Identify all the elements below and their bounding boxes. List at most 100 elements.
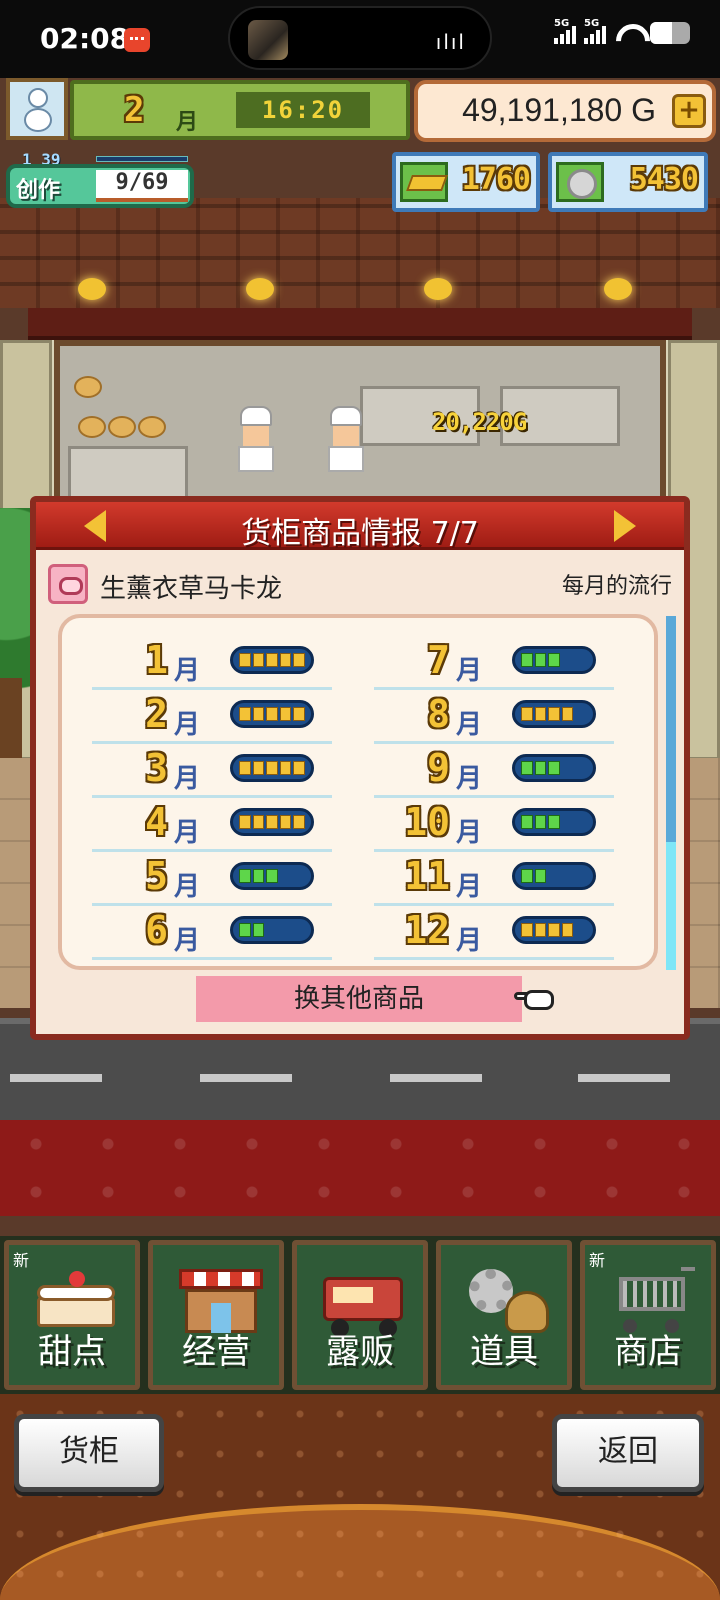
add-gold-button[interactable]: + xyxy=(672,94,706,128)
popularity-segment xyxy=(252,923,265,937)
coin-amount: 5430 xyxy=(629,162,699,197)
popularity-segment xyxy=(279,707,292,721)
popularity-segment xyxy=(521,761,533,775)
lamp-icon xyxy=(246,278,274,300)
menu-dessert-button[interactable]: 新 甜点 xyxy=(4,1240,140,1390)
menu-label: 甜点 xyxy=(38,1332,106,1372)
popularity-segment xyxy=(575,815,587,829)
popularity-segment xyxy=(521,923,533,937)
menu-management-button[interactable]: 经营 xyxy=(148,1240,284,1390)
popularity-segment xyxy=(561,923,574,937)
creation-points[interactable]: 1 39 创作 9/69 xyxy=(6,150,194,212)
popularity-segment xyxy=(266,923,278,937)
popularity-segment xyxy=(293,761,305,775)
gold-bar-counter[interactable]: 1760 xyxy=(392,152,540,212)
display-case-button[interactable]: 货柜 xyxy=(14,1414,164,1492)
month-trend-row: 3月 xyxy=(92,744,332,798)
popularity-segment xyxy=(548,869,560,883)
popularity-segment xyxy=(521,653,533,667)
macaron-icon xyxy=(48,564,88,604)
month-number: 5 xyxy=(145,854,168,898)
popularity-segment xyxy=(252,761,265,775)
popularity-segment xyxy=(548,707,560,721)
lamp-icon xyxy=(604,278,632,300)
item-name: 生薰衣草马卡龙 xyxy=(100,574,283,604)
popularity-bar xyxy=(230,754,314,782)
pointing-hand-icon xyxy=(514,978,562,1018)
wifi-icon xyxy=(614,22,642,44)
gold-counter: 49,191,180 G + xyxy=(414,80,716,142)
month-unit: 月 xyxy=(456,764,483,794)
product-info-panel: 货柜商品情报 7/7 生薰衣草马卡龙 每月的流行 1月2月3月4月5月6月7月8… xyxy=(30,496,690,1040)
cellular-signal-icon-2: 5G xyxy=(584,18,606,44)
popularity-segment xyxy=(239,923,251,937)
creation-xp-bar xyxy=(96,156,188,162)
next-arrow-icon[interactable] xyxy=(614,510,636,542)
creation-value: 9/69 xyxy=(96,170,188,202)
battery-icon xyxy=(650,22,690,44)
medal-coin-icon xyxy=(567,169,597,199)
chef-character xyxy=(236,406,276,476)
change-product-button[interactable]: 换其他商品 xyxy=(196,976,522,1022)
month-trend-row: 7月 xyxy=(374,636,614,690)
lamp-icon xyxy=(78,278,106,300)
popularity-segment xyxy=(562,815,574,829)
popularity-segment xyxy=(548,761,560,775)
menu-label: 道具 xyxy=(470,1332,538,1372)
menu-items-button[interactable]: 道具 xyxy=(436,1240,572,1390)
month-trend-row: 12 月 xyxy=(374,906,614,960)
popularity-segment xyxy=(280,869,292,883)
popularity-segment xyxy=(534,761,547,775)
popularity-segment xyxy=(280,923,292,937)
status-indicators: 5G 5G xyxy=(554,18,690,44)
network-type-label-2: 5G xyxy=(584,18,600,29)
popularity-segment xyxy=(293,815,305,829)
monthly-trend-list: 1 月 2 月 3 月 4 月 5 月 6 月 7 月 8 月 9 月 10 月 11 月 12 月 xyxy=(58,614,658,970)
month-trend-row: 11 月 xyxy=(374,852,614,906)
month-unit: 月 xyxy=(174,656,201,686)
popularity-segment xyxy=(239,761,251,775)
popularity-segment xyxy=(293,923,305,937)
bottom-menu: 新 甜点 经营 露贩 道具 新 商店 xyxy=(0,1236,720,1394)
month-number: 2 xyxy=(145,692,168,736)
popularity-segment xyxy=(293,869,305,883)
shop-awning xyxy=(28,308,692,342)
month-number: 7 xyxy=(427,638,450,682)
popularity-segment xyxy=(575,653,587,667)
menu-label: 经营 xyxy=(182,1332,250,1372)
menu-label: 露贩 xyxy=(326,1332,394,1372)
month-number: 8 xyxy=(427,692,450,736)
dynamic-island[interactable]: ılıl xyxy=(228,6,492,70)
coin-counter[interactable]: 5430 xyxy=(548,152,708,212)
popularity-segment xyxy=(266,761,278,775)
scrollbar-thumb[interactable] xyxy=(666,842,676,970)
menu-shop-button[interactable]: 新 商店 xyxy=(580,1240,716,1390)
cellular-signal-icon: 5G xyxy=(554,18,576,44)
popularity-bar xyxy=(230,646,314,674)
popularity-bar xyxy=(512,700,596,728)
creation-label: 创作 xyxy=(16,178,61,203)
popularity-segment xyxy=(252,815,265,829)
popularity-segment xyxy=(534,923,547,937)
popularity-segment xyxy=(252,707,265,721)
player-avatar[interactable] xyxy=(6,78,68,140)
audio-wave-icon: ılıl xyxy=(435,30,466,54)
network-type-label: 5G xyxy=(554,18,570,29)
month-unit: 月 xyxy=(456,818,483,848)
popularity-segment xyxy=(252,869,265,883)
month-trend-row: 1月 xyxy=(92,636,332,690)
status-time: 02:08 xyxy=(40,22,130,55)
back-button[interactable]: 返回 xyxy=(552,1414,704,1492)
menu-foodtruck-button[interactable]: 露贩 xyxy=(292,1240,428,1390)
new-badge: 新 xyxy=(13,1251,30,1270)
gold-amount: 49,191,180 G xyxy=(462,92,656,128)
month-number: 1 xyxy=(145,638,168,682)
month-unit: 月 xyxy=(176,110,199,135)
popularity-segment xyxy=(534,707,547,721)
popularity-segment xyxy=(239,653,251,667)
month-trend-row: 6月 xyxy=(92,906,332,960)
popularity-segment xyxy=(562,761,574,775)
popularity-segment xyxy=(575,707,587,721)
popularity-segment xyxy=(252,653,265,667)
month-trend-row: 9月 xyxy=(374,744,614,798)
